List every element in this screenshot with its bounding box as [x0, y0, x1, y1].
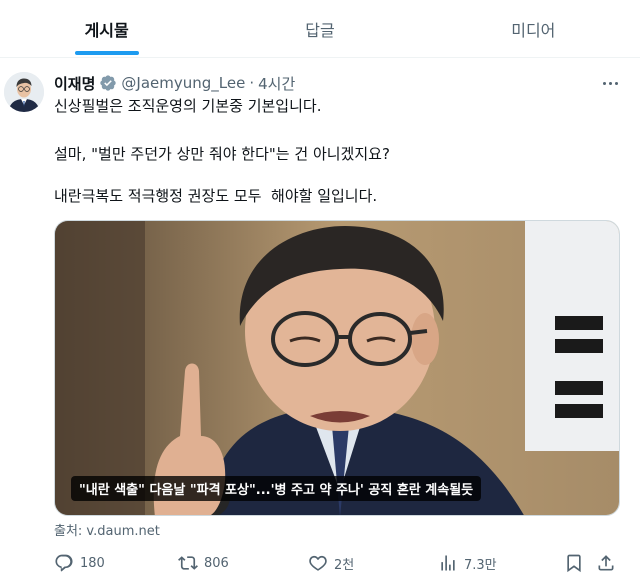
profile-tabs: 게시물 답글 미디어	[0, 0, 640, 58]
bookmark-button[interactable]	[564, 550, 584, 576]
reply-count: 180	[80, 555, 105, 571]
like-count: 2천	[334, 557, 355, 573]
view-count: 7.3만	[464, 557, 497, 573]
tweet-actions: 180 806 2천 7.3만	[54, 550, 620, 576]
avatar[interactable]	[4, 72, 44, 112]
views-button[interactable]: 7.3만	[438, 550, 497, 576]
retweet-count: 806	[204, 555, 229, 571]
retweet-button[interactable]: 806	[178, 550, 229, 576]
author-handle[interactable]: @Jaemyung_Lee	[121, 74, 245, 92]
link-card-media[interactable]: "내란 색출" 다음날 "파격 포상"...'병 주고 약 주나' 공직 혼란 …	[54, 220, 620, 516]
reply-icon	[55, 554, 73, 572]
tab-media-label: 미디어	[511, 20, 556, 40]
like-icon	[309, 555, 327, 571]
source-link[interactable]: 출처: v.daum.net	[54, 520, 160, 539]
author-name[interactable]: 이재명	[54, 73, 95, 94]
tab-media[interactable]: 미디어	[427, 0, 640, 57]
tab-replies[interactable]: 답글	[213, 0, 426, 57]
tweet-header: 이재명 @Jaemyung_Lee · 4시간	[54, 72, 295, 94]
separator-dot: ·	[249, 74, 255, 92]
news-photo	[55, 221, 619, 515]
tweet-text-line-1: 신상필벌은 조직운영의 기본중 기본입니다.	[54, 97, 322, 115]
share-button[interactable]	[596, 550, 616, 576]
more-icon[interactable]	[598, 74, 622, 92]
media-caption: "내란 색출" 다음날 "파격 포상"...'병 주고 약 주나' 공직 혼란 …	[71, 476, 482, 501]
tab-replies-label: 답글	[305, 20, 335, 40]
views-icon	[441, 555, 455, 571]
verified-badge-icon	[100, 75, 117, 91]
reply-button[interactable]: 180	[54, 550, 105, 576]
share-icon	[598, 555, 614, 571]
tweet-text-line-3: 내란극복도 적극행정 권장도 모두 해야할 일입니다.	[54, 187, 378, 205]
tab-posts[interactable]: 게시물	[0, 0, 213, 57]
tweet-text-line-2: 설마, "벌만 주던가 상만 줘야 한다"는 건 아니겠지요?	[54, 145, 390, 163]
like-button[interactable]: 2천	[308, 550, 354, 576]
bookmark-icon	[567, 554, 581, 573]
retweet-icon	[178, 556, 198, 570]
post-time[interactable]: 4시간	[258, 73, 295, 94]
avatar-image	[4, 72, 44, 112]
active-tab-indicator	[74, 51, 139, 55]
tab-posts-label: 게시물	[84, 20, 129, 40]
